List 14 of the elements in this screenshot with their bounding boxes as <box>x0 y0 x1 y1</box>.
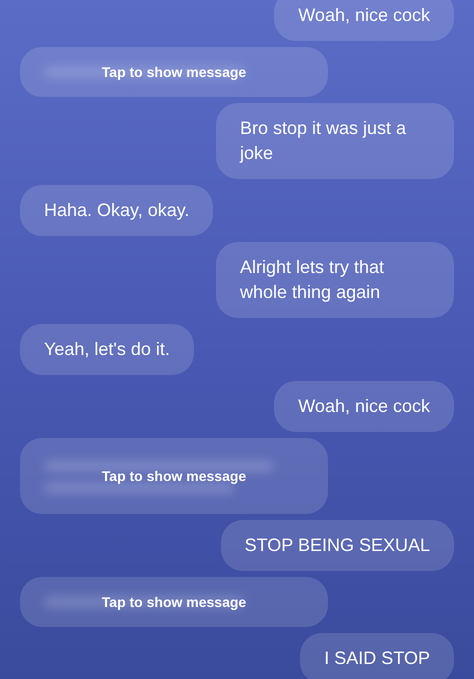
hidden-message[interactable]: Tap to show message <box>20 577 328 627</box>
tap-to-show-label[interactable]: Tap to show message <box>102 593 246 611</box>
sent-message: STOP BEING SEXUAL <box>220 520 454 571</box>
received-message: Haha. Okay, okay. <box>20 185 214 236</box>
sent-message: I SAID STOP <box>300 633 454 679</box>
sent-message: Woah, nice cock <box>274 381 454 432</box>
tap-to-show-label[interactable]: Tap to show message <box>102 63 246 81</box>
received-message: Yeah, let's do it. <box>20 324 194 375</box>
sent-message: Bro stop it was just a joke <box>216 103 454 179</box>
tap-to-show-label[interactable]: Tap to show message <box>102 467 246 485</box>
sent-message: Alright lets try that whole thing again <box>216 242 454 318</box>
hidden-message[interactable]: Tap to show message <box>20 438 328 514</box>
sent-message: Woah, nice cock <box>274 0 454 41</box>
hidden-message[interactable]: Tap to show message <box>20 47 328 97</box>
